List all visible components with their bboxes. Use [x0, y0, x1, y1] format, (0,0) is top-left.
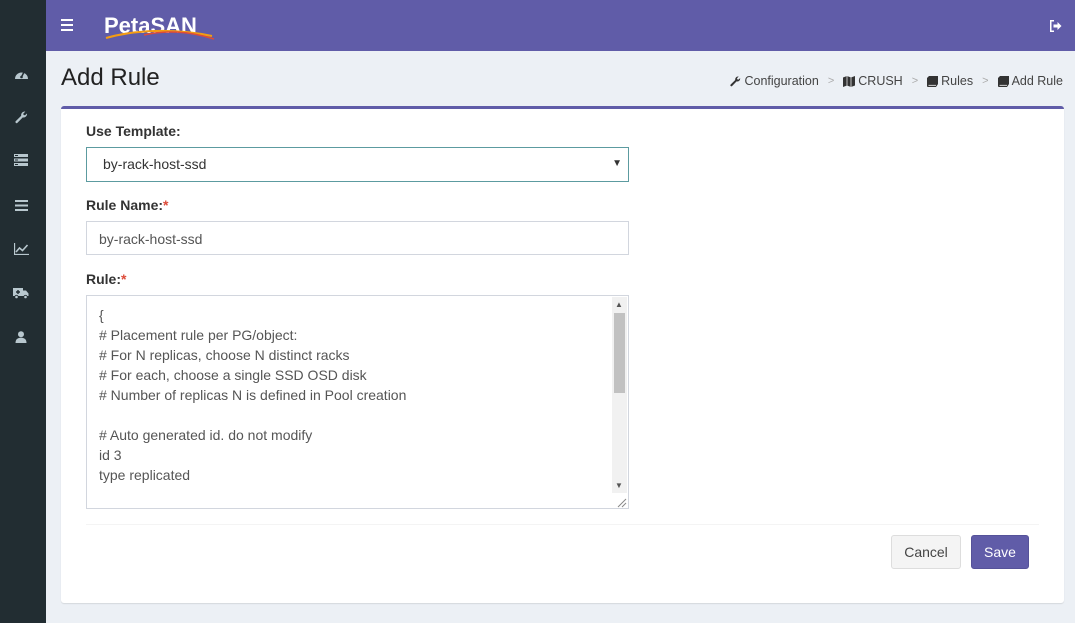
- page-title: Add Rule: [61, 64, 160, 91]
- form-divider: [86, 524, 1039, 525]
- required-mark: *: [163, 197, 169, 213]
- wrench-icon[interactable]: [11, 107, 31, 127]
- book-icon: [927, 75, 939, 87]
- wrench-icon: [730, 75, 741, 86]
- user-icon[interactable]: [11, 327, 31, 347]
- required-mark: *: [121, 271, 127, 287]
- template-select-value: by-rack-host-ssd: [103, 156, 207, 172]
- logout-icon[interactable]: [1049, 19, 1063, 33]
- breadcrumb-label: Rules: [941, 74, 974, 88]
- rule-label: Rule:*: [86, 271, 127, 287]
- textarea-scrollbar[interactable]: ▲ ▼: [612, 297, 627, 493]
- chart-icon[interactable]: [11, 239, 31, 259]
- caret-down-icon: ▼: [612, 158, 622, 169]
- cancel-button[interactable]: Cancel: [891, 535, 961, 569]
- menu-toggle-icon[interactable]: [61, 19, 73, 31]
- server-icon[interactable]: [11, 150, 31, 170]
- breadcrumb-item-configuration[interactable]: Configuration: [730, 74, 819, 88]
- scroll-down-icon[interactable]: ▼: [615, 481, 623, 490]
- app-logo[interactable]: PetaSAN: [104, 10, 216, 42]
- breadcrumb-item-crush[interactable]: CRUSH: [843, 74, 903, 88]
- dashboard-icon[interactable]: [11, 64, 31, 84]
- scrollbar-thumb[interactable]: [614, 313, 625, 393]
- ambulance-icon[interactable]: [11, 283, 31, 303]
- breadcrumb-separator: >: [911, 75, 919, 87]
- breadcrumb-label: Configuration: [744, 74, 819, 88]
- scroll-up-icon[interactable]: ▲: [615, 300, 623, 309]
- breadcrumb-item-add-rule: Add Rule: [997, 74, 1063, 88]
- rule-name-label: Rule Name:*: [86, 197, 169, 213]
- breadcrumb-label: Add Rule: [1011, 74, 1063, 88]
- rule-textarea[interactable]: { # Placement rule per PG/object: # For …: [86, 295, 629, 509]
- sidebar: [0, 0, 46, 623]
- rule-name-input[interactable]: by-rack-host-ssd: [86, 221, 629, 255]
- rule-text: { # Placement rule per PG/object: # For …: [99, 307, 410, 508]
- book-icon: [997, 75, 1009, 87]
- template-label: Use Template:: [86, 123, 181, 139]
- top-navbar: PetaSAN: [46, 0, 1075, 51]
- save-button[interactable]: Save: [971, 535, 1029, 569]
- resize-handle-icon[interactable]: [615, 495, 627, 508]
- logo-swoosh-icon: [105, 29, 215, 40]
- template-select[interactable]: by-rack-host-ssd ▼: [86, 147, 629, 182]
- breadcrumb-separator: >: [982, 75, 989, 87]
- list-icon[interactable]: [11, 195, 31, 215]
- breadcrumb-label: CRUSH: [858, 74, 903, 88]
- rule-name-value: by-rack-host-ssd: [99, 231, 203, 247]
- breadcrumb-item-rules[interactable]: Rules: [927, 74, 973, 88]
- add-rule-form: Use Template: by-rack-host-ssd ▼ Rule Na…: [61, 106, 1064, 603]
- map-icon: [843, 75, 856, 87]
- breadcrumb-separator: >: [827, 75, 835, 87]
- breadcrumb: Configuration > CRUSH > Rules > Add Rule: [730, 74, 1063, 88]
